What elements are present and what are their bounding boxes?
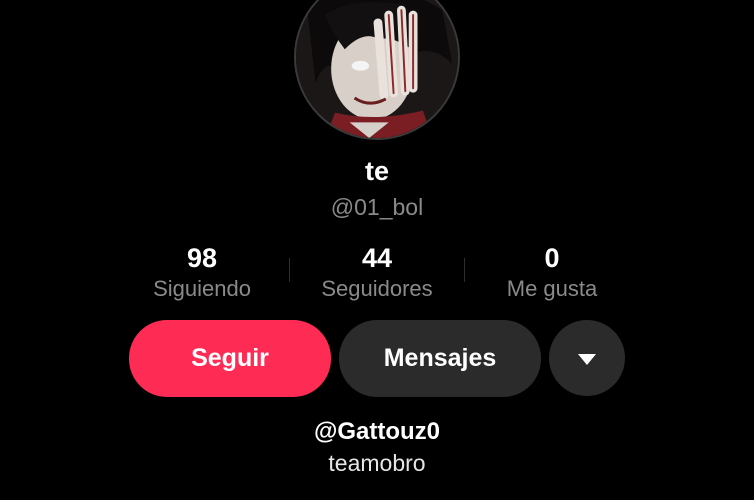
likes-count: 0 [544,243,560,273]
profile-avatar[interactable] [294,0,460,140]
followers-count: 44 [361,243,393,273]
bio-text: teamobro [328,450,426,476]
stat-following[interactable]: 98 Siguiendo [115,242,289,303]
follow-button[interactable]: Seguir [129,320,331,397]
profile-stats: 98 Siguiendo 44 Seguidores 0 Me gusta [115,242,639,306]
username: @01_bol [330,194,424,220]
following-label: Siguiendo [153,276,251,301]
following-count: 98 [186,243,218,273]
display-name: te [364,156,389,186]
likes-label: Me gusta [506,276,598,301]
stat-likes[interactable]: 0 Me gusta [465,242,639,303]
avatar-image [296,0,458,138]
more-options-button[interactable] [549,320,625,396]
caret-down-icon [578,354,596,365]
followers-label: Seguidores [321,276,433,301]
stat-followers[interactable]: 44 Seguidores [290,242,464,303]
message-button[interactable]: Mensajes [339,320,541,397]
bio-mention-link[interactable]: @Gattouz0 [0,418,754,446]
